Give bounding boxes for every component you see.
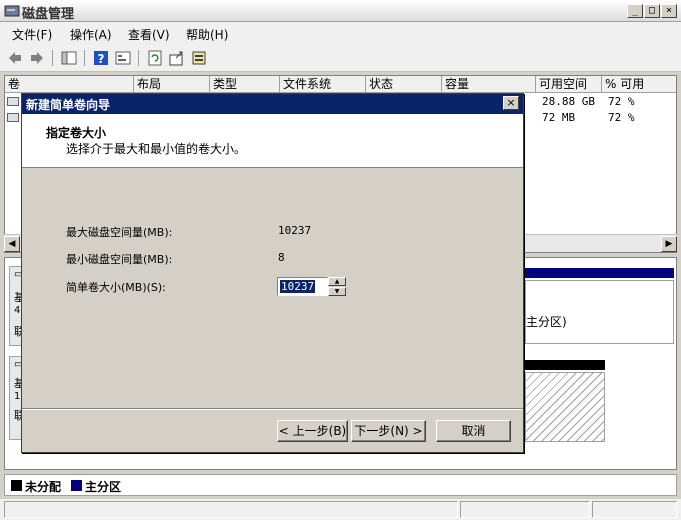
dialog-titlebar: 新建简单卷向导 × [22,94,523,114]
dialog-close-button[interactable]: × [503,96,519,110]
settings-icon[interactable] [190,49,208,67]
column-header-filesystem[interactable]: 文件系统 [280,76,366,93]
column-header-type[interactable]: 类型 [210,76,280,93]
column-header-percent-free[interactable]: % 可用 [602,76,676,93]
max-size-label: 最大磁盘空间量(MB): [66,226,173,239]
dialog-title: 新建简单卷向导 [26,98,111,112]
console-tree-icon[interactable] [60,49,78,67]
status-panel [592,501,677,518]
volume-percent-free: 72 % [608,95,635,108]
new-simple-volume-wizard: 新建简单卷向导 × 指定卷大小 选择介于最大和最小值的卷大小。 最大磁盘空间量(… [21,93,524,453]
spin-up-icon[interactable]: ▲ [328,277,346,286]
legend-primary-swatch [71,480,82,491]
toolbar: ? [0,44,681,72]
maximize-button[interactable]: □ [644,4,660,18]
legend-primary: 主分区 [85,480,122,494]
legend-unallocated-swatch [11,480,22,491]
volume-free-space: 28.88 GB [542,95,595,108]
properties-icon[interactable] [114,49,132,67]
partition-bar-primary [525,268,674,278]
column-header-free-space[interactable]: 可用空间 [536,76,602,93]
column-header-layout[interactable]: 布局 [134,76,210,93]
status-panel [4,501,458,518]
volume-icon [7,113,19,122]
dialog-subtitle: 选择介于最大和最小值的卷大小。 [66,142,247,156]
status-panel [460,501,590,518]
back-icon[interactable] [6,49,24,67]
svg-text:?: ? [98,52,105,66]
dialog-heading: 指定卷大小 [46,126,107,140]
dialog-header: 指定卷大小 选择介于最大和最小值的卷大小。 [22,114,523,168]
partition-bar-unallocated [525,360,605,370]
refresh-icon[interactable] [146,49,164,67]
menu-help[interactable]: 帮助(H) [186,26,228,43]
column-header-status[interactable]: 状态 [366,76,442,93]
volume-icon [7,97,19,106]
toolbar-separator [84,50,85,66]
volume-size-value: 10237 [280,280,316,293]
disk-management-icon [4,5,20,17]
export-icon[interactable] [168,49,186,67]
window-titlebar: 磁盘管理 _ □ × [0,0,681,22]
back-button[interactable]: < 上一步(B) [277,420,348,442]
partition-label: 主分区) [526,315,567,329]
volume-size-input[interactable]: 10237 [277,277,328,296]
min-size-label: 最小磁盘空间量(MB): [66,253,173,266]
next-button[interactable]: 下一步(N) > [351,420,426,442]
status-bar [0,499,681,520]
cancel-button[interactable]: 取消 [436,420,511,442]
toolbar-separator [138,50,139,66]
volume-size-label: 简单卷大小(MB)(S): [66,281,166,294]
menu-view[interactable]: 查看(V) [128,26,170,43]
volume-percent-free: 72 % [608,111,635,124]
partition-unallocated[interactable] [525,372,605,442]
dialog-separator [22,408,523,410]
column-header-capacity[interactable]: 容量 [442,76,536,93]
volume-list-header: 卷 布局 类型 文件系统 状态 容量 可用空间 % 可用 [5,76,676,93]
help-icon[interactable]: ? [92,49,110,67]
legend-unallocated: 未分配 [25,480,62,494]
window-title: 磁盘管理 [22,7,75,22]
menu-file[interactable]: 文件(F) [12,26,52,43]
partition-primary[interactable]: 主分区) [525,280,674,344]
close-button[interactable]: × [661,4,677,18]
max-size-value: 10237 [278,224,312,237]
spin-down-icon[interactable]: ▼ [328,287,346,296]
volume-free-space: 72 MB [542,111,576,124]
minimize-button[interactable]: _ [627,4,643,18]
legend: 未分配 主分区 [4,474,677,496]
min-size-value: 8 [278,251,285,264]
scroll-left-icon[interactable]: ◀ [4,236,20,252]
menu-action[interactable]: 操作(A) [70,26,112,43]
scroll-right-icon[interactable]: ▶ [661,236,677,252]
column-header-volume[interactable]: 卷 [5,76,134,93]
toolbar-separator [52,50,53,66]
menu-bar: 文件(F) 操作(A) 查看(V) 帮助(H) [0,22,681,44]
volume-size-spinner[interactable]: ▲ ▼ [328,277,346,296]
forward-icon[interactable] [28,49,46,67]
